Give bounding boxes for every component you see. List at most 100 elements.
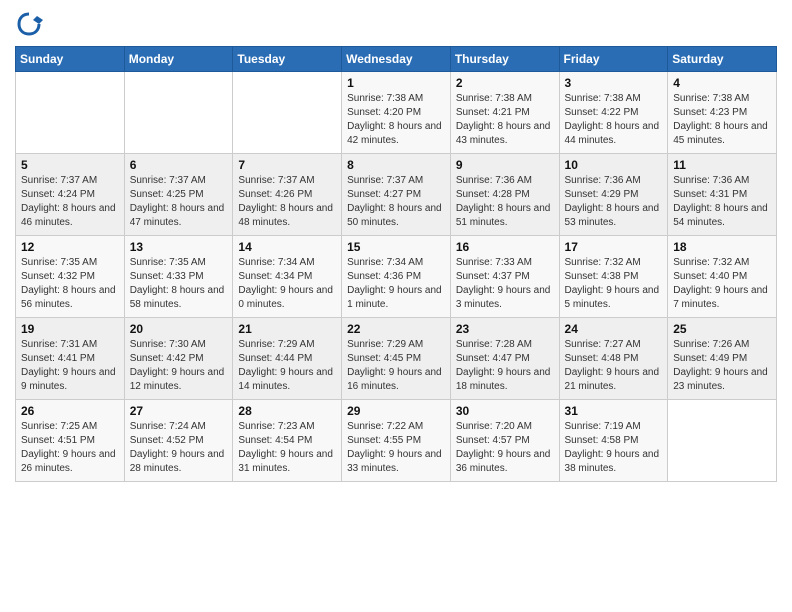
day-info: Sunrise: 7:36 AM Sunset: 4:28 PM Dayligh…: [456, 174, 554, 230]
day-info: Sunrise: 7:22 AM Sunset: 4:55 PM Dayligh…: [347, 420, 445, 476]
calendar-cell: 21 Sunrise: 7:29 AM Sunset: 4:44 PM Dayli…: [233, 318, 342, 400]
day-number: 8: [347, 158, 445, 172]
calendar-cell: 14 Sunrise: 7:34 AM Sunset: 4:34 PM Dayli…: [233, 236, 342, 318]
day-number: 24: [565, 322, 663, 336]
day-info: Sunrise: 7:29 AM Sunset: 4:44 PM Dayligh…: [238, 338, 336, 394]
day-info: Sunrise: 7:38 AM Sunset: 4:23 PM Dayligh…: [673, 92, 771, 148]
day-number: 19: [21, 322, 119, 336]
day-number: 5: [21, 158, 119, 172]
day-info: Sunrise: 7:38 AM Sunset: 4:20 PM Dayligh…: [347, 92, 445, 148]
calendar-cell: [16, 72, 125, 154]
day-info: Sunrise: 7:24 AM Sunset: 4:52 PM Dayligh…: [130, 420, 228, 476]
day-number: 22: [347, 322, 445, 336]
day-number: 7: [238, 158, 336, 172]
day-info: Sunrise: 7:36 AM Sunset: 4:29 PM Dayligh…: [565, 174, 663, 230]
logo-icon: [15, 10, 43, 38]
day-info: Sunrise: 7:32 AM Sunset: 4:38 PM Dayligh…: [565, 256, 663, 312]
day-info: Sunrise: 7:37 AM Sunset: 4:27 PM Dayligh…: [347, 174, 445, 230]
day-number: 2: [456, 76, 554, 90]
calendar-cell: [233, 72, 342, 154]
day-info: Sunrise: 7:30 AM Sunset: 4:42 PM Dayligh…: [130, 338, 228, 394]
calendar-body: 1 Sunrise: 7:38 AM Sunset: 4:20 PM Daylig…: [16, 72, 777, 482]
day-info: Sunrise: 7:34 AM Sunset: 4:34 PM Dayligh…: [238, 256, 336, 312]
day-number: 27: [130, 404, 228, 418]
calendar-cell: 7Sunrise: 7:37 AM Sunset: 4:26 PM Daylig…: [233, 154, 342, 236]
calendar-cell: 12 Sunrise: 7:35 AM Sunset: 4:32 PM Dayli…: [16, 236, 125, 318]
calendar-cell: 2 Sunrise: 7:38 AM Sunset: 4:21 PM Daylig…: [450, 72, 559, 154]
weekday-header-saturday: Saturday: [668, 47, 777, 72]
calendar-cell: 1 Sunrise: 7:38 AM Sunset: 4:20 PM Daylig…: [342, 72, 451, 154]
calendar-cell: 9Sunrise: 7:36 AM Sunset: 4:28 PM Daylig…: [450, 154, 559, 236]
calendar-cell: 8 Sunrise: 7:37 AM Sunset: 4:27 PM Daylig…: [342, 154, 451, 236]
day-info: Sunrise: 7:35 AM Sunset: 4:32 PM Dayligh…: [21, 256, 119, 312]
day-info: Sunrise: 7:36 AM Sunset: 4:31 PM Dayligh…: [673, 174, 771, 230]
calendar-cell: 22 Sunrise: 7:29 AM Sunset: 4:45 PM Dayli…: [342, 318, 451, 400]
day-number: 23: [456, 322, 554, 336]
day-info: Sunrise: 7:37 AM Sunset: 4:24 PM Dayligh…: [21, 174, 119, 230]
calendar-header: SundayMondayTuesdayWednesdayThursdayFrid…: [16, 47, 777, 72]
weekday-header-sunday: Sunday: [16, 47, 125, 72]
calendar-week-1: 1 Sunrise: 7:38 AM Sunset: 4:20 PM Daylig…: [16, 72, 777, 154]
calendar-week-4: 19 Sunrise: 7:31 AM Sunset: 4:41 PM Dayli…: [16, 318, 777, 400]
weekday-header-tuesday: Tuesday: [233, 47, 342, 72]
day-number: 17: [565, 240, 663, 254]
weekday-header-wednesday: Wednesday: [342, 47, 451, 72]
calendar-cell: 30Sunrise: 7:20 AM Sunset: 4:57 PM Dayli…: [450, 400, 559, 482]
day-number: 26: [21, 404, 119, 418]
day-number: 11: [673, 158, 771, 172]
day-info: Sunrise: 7:31 AM Sunset: 4:41 PM Dayligh…: [21, 338, 119, 394]
calendar-week-3: 12 Sunrise: 7:35 AM Sunset: 4:32 PM Dayli…: [16, 236, 777, 318]
day-number: 3: [565, 76, 663, 90]
day-info: Sunrise: 7:19 AM Sunset: 4:58 PM Dayligh…: [565, 420, 663, 476]
day-info: Sunrise: 7:33 AM Sunset: 4:37 PM Dayligh…: [456, 256, 554, 312]
day-number: 30: [456, 404, 554, 418]
day-number: 15: [347, 240, 445, 254]
calendar-cell: [668, 400, 777, 482]
day-info: Sunrise: 7:32 AM Sunset: 4:40 PM Dayligh…: [673, 256, 771, 312]
day-info: Sunrise: 7:38 AM Sunset: 4:22 PM Dayligh…: [565, 92, 663, 148]
calendar-cell: 3 Sunrise: 7:38 AM Sunset: 4:22 PM Daylig…: [559, 72, 668, 154]
calendar-cell: 28 Sunrise: 7:23 AM Sunset: 4:54 PM Dayli…: [233, 400, 342, 482]
calendar-cell: 15 Sunrise: 7:34 AM Sunset: 4:36 PM Dayli…: [342, 236, 451, 318]
calendar-cell: 11 Sunrise: 7:36 AM Sunset: 4:31 PM Dayli…: [668, 154, 777, 236]
day-info: Sunrise: 7:29 AM Sunset: 4:45 PM Dayligh…: [347, 338, 445, 394]
day-info: Sunrise: 7:27 AM Sunset: 4:48 PM Dayligh…: [565, 338, 663, 394]
calendar-cell: 25Sunrise: 7:26 AM Sunset: 4:49 PM Dayli…: [668, 318, 777, 400]
calendar-cell: 27 Sunrise: 7:24 AM Sunset: 4:52 PM Dayli…: [124, 400, 233, 482]
day-info: Sunrise: 7:26 AM Sunset: 4:49 PM Dayligh…: [673, 338, 771, 394]
calendar-cell: 16Sunrise: 7:33 AM Sunset: 4:37 PM Dayli…: [450, 236, 559, 318]
day-number: 29: [347, 404, 445, 418]
day-info: Sunrise: 7:23 AM Sunset: 4:54 PM Dayligh…: [238, 420, 336, 476]
calendar-cell: [124, 72, 233, 154]
day-number: 20: [130, 322, 228, 336]
calendar-cell: 29 Sunrise: 7:22 AM Sunset: 4:55 PM Dayli…: [342, 400, 451, 482]
weekday-header-monday: Monday: [124, 47, 233, 72]
calendar-week-2: 5 Sunrise: 7:37 AM Sunset: 4:24 PM Daylig…: [16, 154, 777, 236]
weekday-row: SundayMondayTuesdayWednesdayThursdayFrid…: [16, 47, 777, 72]
day-info: Sunrise: 7:38 AM Sunset: 4:21 PM Dayligh…: [456, 92, 554, 148]
day-number: 21: [238, 322, 336, 336]
day-info: Sunrise: 7:25 AM Sunset: 4:51 PM Dayligh…: [21, 420, 119, 476]
calendar-cell: 13Sunrise: 7:35 AM Sunset: 4:33 PM Dayli…: [124, 236, 233, 318]
calendar-cell: 10Sunrise: 7:36 AM Sunset: 4:29 PM Dayli…: [559, 154, 668, 236]
header: [15, 10, 777, 38]
calendar-week-5: 26 Sunrise: 7:25 AM Sunset: 4:51 PM Dayli…: [16, 400, 777, 482]
calendar-cell: 31 Sunrise: 7:19 AM Sunset: 4:58 PM Dayli…: [559, 400, 668, 482]
weekday-header-thursday: Thursday: [450, 47, 559, 72]
day-info: Sunrise: 7:34 AM Sunset: 4:36 PM Dayligh…: [347, 256, 445, 312]
day-number: 14: [238, 240, 336, 254]
day-number: 1: [347, 76, 445, 90]
calendar-cell: 24 Sunrise: 7:27 AM Sunset: 4:48 PM Dayli…: [559, 318, 668, 400]
calendar-cell: 23Sunrise: 7:28 AM Sunset: 4:47 PM Dayli…: [450, 318, 559, 400]
page: SundayMondayTuesdayWednesdayThursdayFrid…: [0, 0, 792, 612]
day-number: 31: [565, 404, 663, 418]
day-number: 6: [130, 158, 228, 172]
calendar-cell: 17 Sunrise: 7:32 AM Sunset: 4:38 PM Dayli…: [559, 236, 668, 318]
day-number: 12: [21, 240, 119, 254]
logo: [15, 10, 47, 38]
day-number: 28: [238, 404, 336, 418]
calendar-cell: 26 Sunrise: 7:25 AM Sunset: 4:51 PM Dayli…: [16, 400, 125, 482]
day-info: Sunrise: 7:37 AM Sunset: 4:25 PM Dayligh…: [130, 174, 228, 230]
calendar-cell: 5 Sunrise: 7:37 AM Sunset: 4:24 PM Daylig…: [16, 154, 125, 236]
calendar: SundayMondayTuesdayWednesdayThursdayFrid…: [15, 46, 777, 482]
